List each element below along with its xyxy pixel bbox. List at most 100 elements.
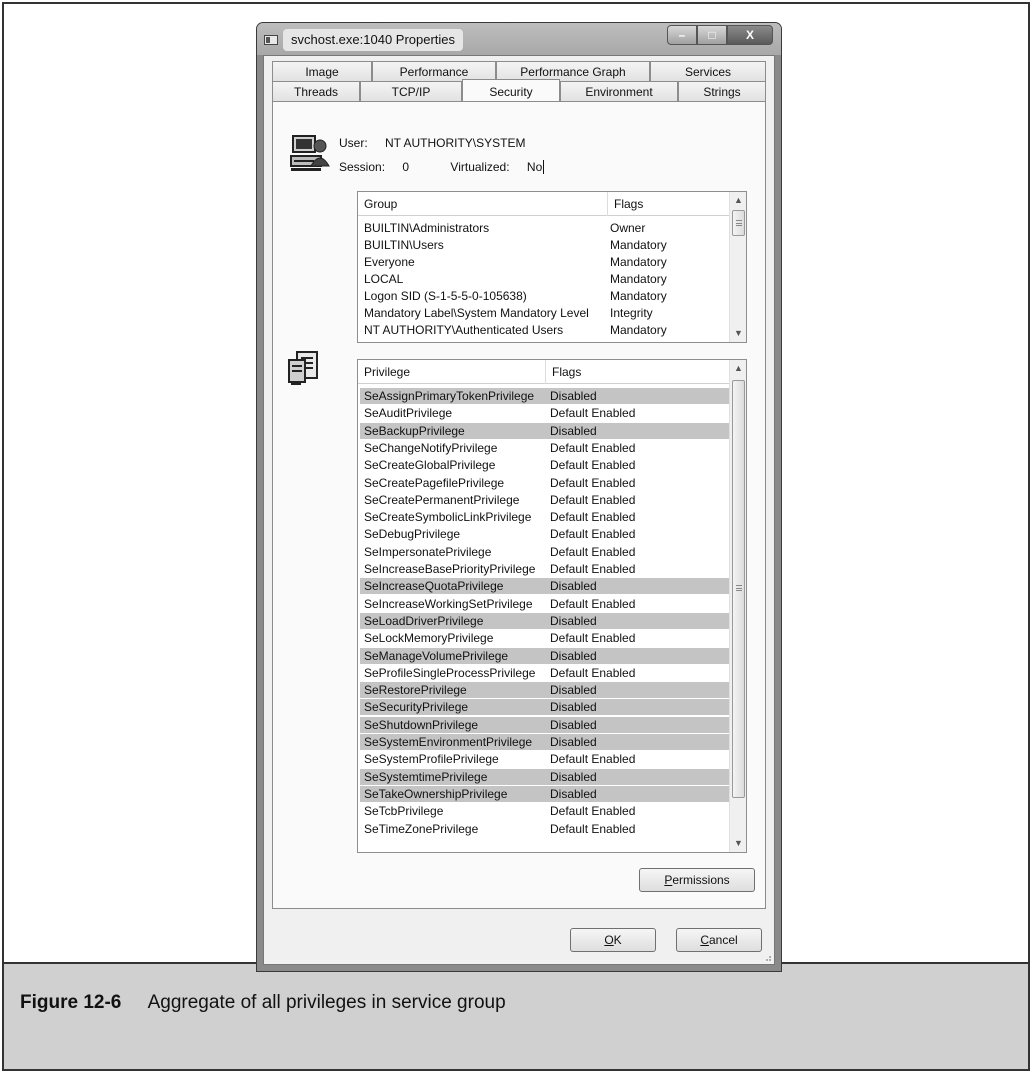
privileges-col-privilege[interactable]: Privilege [358,360,546,384]
privilege-certificate-icon [288,351,318,385]
tab-performance-graph[interactable]: Performance Graph [496,61,650,81]
groups-col-group[interactable]: Group [358,192,608,216]
group-flags: Mandatory [610,238,667,252]
permissions-button[interactable]: Permissions [639,868,755,892]
tab-tcpip[interactable]: TCP/IP [360,81,462,101]
group-row[interactable]: BUILTIN\Administrators Owner [358,220,731,236]
privilege-row[interactable]: SeManageVolumePrivilege Disabled [360,647,731,664]
group-row[interactable]: BUILTIN\Users Mandatory [358,237,731,253]
privilege-name: SeSystemProfilePrivilege [364,752,499,767]
tab-image[interactable]: Image [272,61,372,81]
scroll-up-icon[interactable]: ▲ [730,360,746,377]
session-line: Session: 0 Virtualized: No [339,160,545,174]
tab-row-2: Threads TCP/IP Security Environment Stri… [272,79,766,101]
privilege-row[interactable]: SeCreateSymbolicLinkPrivilege Default Ena… [360,509,731,525]
group-flags: Mandatory [610,255,667,269]
group-row[interactable]: LOCAL Mandatory [358,271,731,287]
resize-grip-icon[interactable] [762,952,772,962]
privilege-flags: Disabled [550,683,597,698]
user-value: NT AUTHORITY\SYSTEM [385,136,526,150]
privilege-name: SeLoadDriverPrivilege [364,613,484,628]
privilege-name: SeAssignPrimaryTokenPrivilege [364,389,535,403]
privilege-name: SeIncreaseBasePriorityPrivilege [364,562,536,576]
tab-threads[interactable]: Threads [272,81,360,101]
group-row[interactable]: Everyone Mandatory [358,254,731,270]
security-tab-panel: User: NT AUTHORITY\SYSTEM Session: 0 Vir… [272,101,766,909]
privilege-row[interactable]: SeCreatePagefilePrivilege Default Enabled [360,475,731,491]
cancel-button[interactable]: Cancel [676,928,762,952]
group-name: BUILTIN\Administrators [364,221,490,235]
privilege-row[interactable]: SeTimeZonePrivilege Default Enabled [360,821,731,837]
privilege-row[interactable]: SeBackupPrivilege Disabled [360,422,731,439]
scroll-down-icon[interactable]: ▼ [730,325,746,342]
tab-row-1: Image Performance Performance Graph Serv… [272,61,766,81]
group-row[interactable]: Logon SID (S-1-5-5-0-105638) Mandatory [358,288,731,304]
minimize-button[interactable]: – [667,25,697,45]
scroll-thumb[interactable] [732,210,745,236]
scroll-up-icon[interactable]: ▲ [730,192,746,209]
privilege-row[interactable]: SeIncreaseQuotaPrivilege Disabled [360,578,731,595]
ok-button[interactable]: OK [570,928,656,952]
group-row[interactable]: Mandatory Label\System Mandatory Level In… [358,305,731,321]
privilege-row[interactable]: SeIncreaseBasePriorityPrivilege Default E… [360,561,731,577]
window-title: svchost.exe:1040 Properties [283,29,464,51]
privilege-row[interactable]: SeIncreaseWorkingSetPrivilege Default Ena… [360,596,731,612]
scroll-down-icon[interactable]: ▼ [730,835,746,852]
privilege-flags: Default Enabled [550,458,636,473]
groups-col-flags[interactable]: Flags [608,192,731,216]
privilege-flags: Disabled [550,613,597,628]
privilege-name: SeCreatePermanentPrivilege [364,492,520,507]
user-label: User: [339,136,368,150]
group-row[interactable]: NT AUTHORITY\Authenticated Users Mandator… [358,322,731,338]
privilege-name: SeRestorePrivilege [364,683,467,698]
privilege-row[interactable]: SeLockMemoryPrivilege Default Enabled [360,630,731,646]
privilege-row[interactable]: SeTakeOwnershipPrivilege Disabled [360,785,731,802]
privileges-scrollbar[interactable]: ▲ ▼ [729,360,746,852]
dialog-client-area: Image Performance Performance Graph Serv… [263,55,775,965]
privilege-row[interactable]: SeTcbPrivilege Default Enabled [360,803,731,819]
privilege-name: SeLockMemoryPrivilege [364,631,494,646]
figure-caption: Figure 12-6 Aggregate of all privileges … [4,962,1028,1069]
privilege-row[interactable]: SeAuditPrivilege Default Enabled [360,405,731,421]
privilege-row[interactable]: SeImpersonatePrivilege Default Enabled [360,544,731,560]
privilege-flags: Default Enabled [550,406,636,421]
privilege-name: SeBackupPrivilege [364,423,465,438]
close-button[interactable]: X [727,25,773,45]
privilege-flags: Default Enabled [550,527,636,542]
group-name: BUILTIN\Users [364,238,444,252]
group-flags: Mandatory [610,272,667,286]
privilege-name: SeCreateGlobalPrivilege [364,458,496,473]
privilege-row[interactable]: SeProfileSingleProcessPrivilege Default E… [360,665,731,681]
privilege-flags: Disabled [550,423,597,438]
privilege-row[interactable]: SeLoadDriverPrivilege Disabled [360,612,731,629]
tab-strings[interactable]: Strings [678,81,766,101]
tab-environment[interactable]: Environment [560,81,678,101]
maximize-button[interactable]: □ [697,25,727,45]
privilege-row[interactable]: SeSystemEnvironmentPrivilege Disabled [360,734,731,750]
privilege-row[interactable]: SeAssignPrimaryTokenPrivilege Disabled [360,388,731,404]
groups-list[interactable]: Group Flags BUILTIN\Administrators Owner B… [357,191,747,343]
privileges-list[interactable]: Privilege Flags SeAssignPrimaryTokenPriv… [357,359,747,853]
privilege-row[interactable]: SeCreateGlobalPrivilege Default Enabled [360,457,731,473]
group-name: Logon SID (S-1-5-5-0-105638) [364,289,527,303]
privilege-row[interactable]: SeRestorePrivilege Disabled [360,682,731,699]
scroll-thumb[interactable] [732,380,745,798]
privileges-col-flags[interactable]: Flags [546,360,731,384]
privilege-flags: Default Enabled [550,544,636,559]
tab-security[interactable]: Security [462,79,560,101]
title-bar[interactable]: svchost.exe:1040 Properties – □ X [257,23,781,55]
groups-scrollbar[interactable]: ▲ ▼ [729,192,746,342]
privilege-name: SeTcbPrivilege [364,804,444,819]
privilege-flags: Disabled [550,735,597,749]
privilege-row[interactable]: SeSystemProfilePrivilege Default Enabled [360,751,731,767]
privilege-row[interactable]: SeDebugPrivilege Default Enabled [360,526,731,542]
privilege-row[interactable]: SeShutdownPrivilege Disabled [360,716,731,733]
privilege-row[interactable]: SeSystemtimePrivilege Disabled [360,768,731,785]
tab-performance[interactable]: Performance [372,61,496,81]
privilege-row[interactable]: SeChangeNotifyPrivilege Default Enabled [360,440,731,456]
tab-services[interactable]: Services [650,61,766,81]
groups-header: Group Flags [358,192,731,216]
privilege-flags: Default Enabled [550,804,636,819]
privilege-row[interactable]: SeCreatePermanentPrivilege Default Enable… [360,492,731,508]
privilege-row[interactable]: SeSecurityPrivilege Disabled [360,699,731,716]
